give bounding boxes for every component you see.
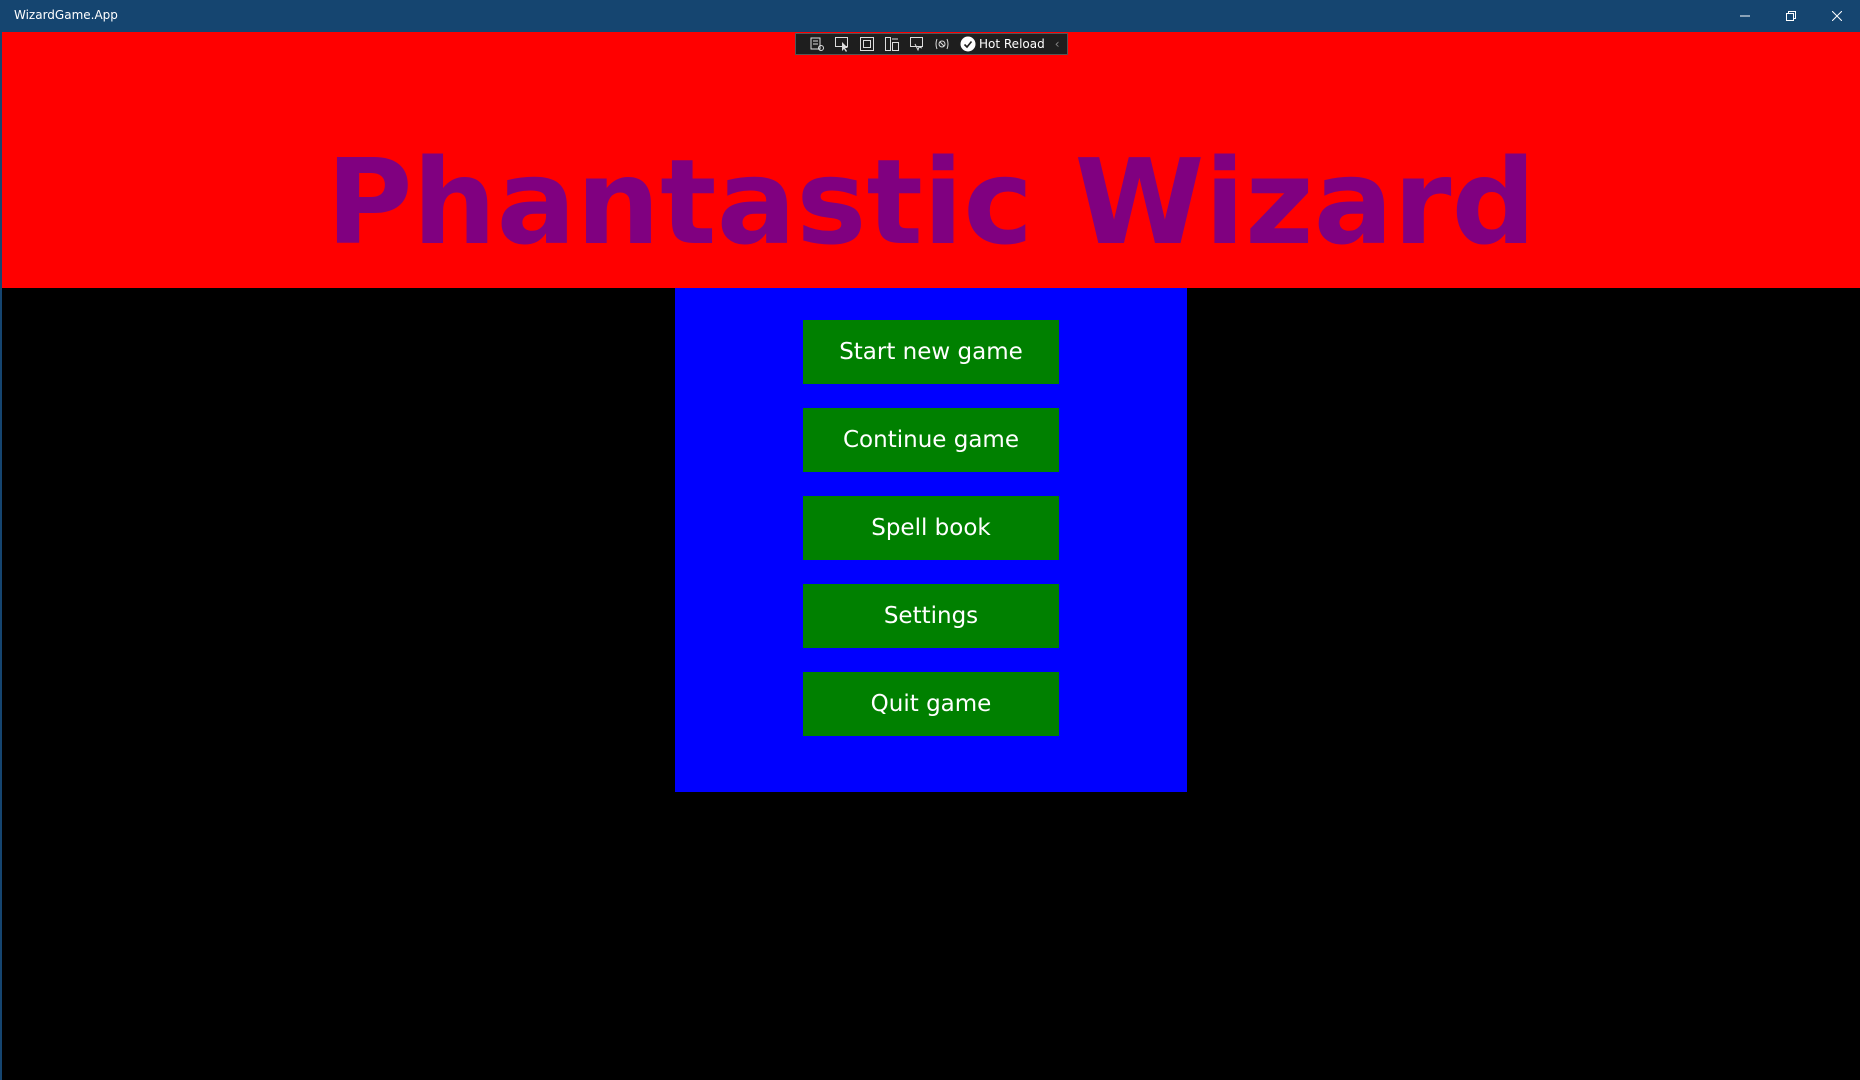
- settings-button[interactable]: Settings: [803, 584, 1059, 648]
- restore-icon: [1786, 11, 1796, 21]
- continue-game-button[interactable]: Continue game: [803, 408, 1059, 472]
- close-icon: [1832, 11, 1842, 21]
- hot-reload-label[interactable]: Hot Reload: [979, 37, 1045, 51]
- quit-game-button[interactable]: Quit game: [803, 672, 1059, 736]
- display-accessibility-icon[interactable]: [908, 35, 926, 53]
- close-button[interactable]: [1814, 0, 1860, 32]
- minimize-icon: [1740, 15, 1750, 17]
- live-visual-tree-icon[interactable]: [808, 35, 826, 53]
- hot-reload-toolbar[interactable]: Hot Reload ‹: [795, 33, 1068, 55]
- minimize-button[interactable]: [1722, 0, 1768, 32]
- window-titlebar[interactable]: WizardGame.App: [0, 0, 1860, 32]
- display-layout-adorners-icon[interactable]: [858, 35, 876, 53]
- spell-book-button[interactable]: Spell book: [803, 496, 1059, 560]
- binding-failures-icon[interactable]: [933, 35, 951, 53]
- check-circle-icon: [960, 36, 976, 52]
- main-menu-panel: Start new game Continue game Spell book …: [675, 288, 1187, 792]
- window-title: WizardGame.App: [14, 8, 118, 22]
- header-banner: Phantastic Wizard: [2, 32, 1860, 288]
- track-focus-icon[interactable]: [883, 35, 901, 53]
- chevron-left-icon[interactable]: ‹: [1055, 37, 1060, 51]
- select-element-icon[interactable]: [833, 35, 851, 53]
- start-new-game-button[interactable]: Start new game: [803, 320, 1059, 384]
- restore-button[interactable]: [1768, 0, 1814, 32]
- game-title: Phantastic Wizard: [326, 133, 1536, 271]
